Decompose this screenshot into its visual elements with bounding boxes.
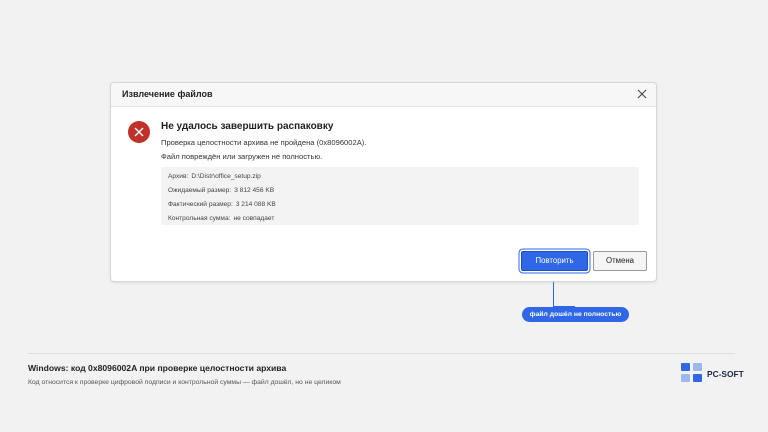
detail-label: Ожидаемый размер: <box>168 187 232 194</box>
callout-badge: файл дошёл не полностью <box>522 307 629 322</box>
extract-dialog: Извлечение файлов Не удалось завершить р… <box>110 82 657 282</box>
brand-name: PC-SOFT <box>707 369 744 379</box>
footer-divider <box>28 353 735 354</box>
detail-expected-size: Ожидаемый размер: 3 812 456 KB <box>168 187 274 194</box>
retry-button[interactable]: Повторить <box>521 251 588 271</box>
dialog-titlebar: Извлечение файлов <box>111 83 656 107</box>
cancel-button[interactable]: Отмена <box>593 251 647 271</box>
details-panel: Архив: D:\Distr\office_setup.zip Ожидаемы… <box>161 167 639 225</box>
close-icon[interactable] <box>634 86 650 102</box>
error-headline: Не удалось завершить распаковку <box>161 121 334 132</box>
detail-label: Фактический размер: <box>168 201 233 208</box>
detail-value: не совпадает <box>233 215 275 222</box>
detail-value: D:\Distr\office_setup.zip <box>191 173 261 180</box>
footer-title: Windows: код 0x8096002A при проверке цел… <box>28 363 287 373</box>
detail-label: Архив: <box>168 173 189 180</box>
error-message-integrity: Проверка целостности архива не пройдена … <box>161 138 367 147</box>
error-icon <box>128 121 150 143</box>
detail-actual-size: Фактический размер: 3 214 088 KB <box>168 201 276 208</box>
dialog-title: Извлечение файлов <box>122 89 213 99</box>
detail-checksum: Контрольная сумма: не совпадает <box>168 215 274 222</box>
callout-connector <box>553 282 575 307</box>
pc-soft-logo-icon <box>681 363 703 383</box>
error-message-damaged: Файл повреждён или загружен не полностью… <box>161 152 323 161</box>
footer-subtitle: Код относится к проверке цифровой подпис… <box>28 379 341 386</box>
detail-label: Контрольная сумма: <box>168 215 231 222</box>
detail-archive: Архив: D:\Distr\office_setup.zip <box>168 173 261 180</box>
detail-value: 3 812 456 KB <box>234 187 275 194</box>
detail-value: 3 214 088 KB <box>235 201 276 208</box>
